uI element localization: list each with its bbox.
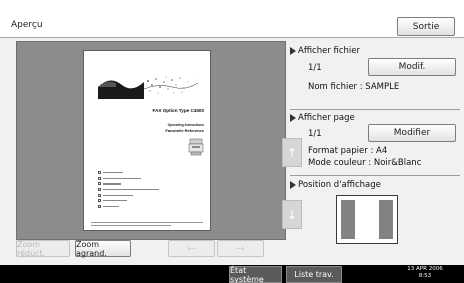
color-mode: Mode couleur : Noir&Blanc xyxy=(308,158,422,168)
position-map xyxy=(341,200,393,239)
table-of-contents xyxy=(98,170,198,209)
title-bar: Aperçu Sortie xyxy=(0,0,464,38)
page-title: Aperçu xyxy=(11,20,43,30)
date-display: 13 APR 2006 xyxy=(407,266,443,272)
document-page-thumbnail: FAX Option Type C4500 Operating Instruct… xyxy=(83,50,211,231)
document-subtitle: Operating Instructions xyxy=(167,123,204,127)
arrow-up-icon: ↑ xyxy=(286,145,298,160)
document-title: FAX Option Type C4500 xyxy=(152,108,204,113)
time-display: 8:53 xyxy=(418,273,432,279)
divider xyxy=(290,175,460,176)
page-counter: 1/1 xyxy=(308,129,322,139)
page-section-heading: Afficher page xyxy=(290,113,355,123)
preview-screen: Aperçu Sortie FAX Option Type C4500 Oper… xyxy=(0,0,464,265)
document-preview-panel[interactable]: FAX Option Type C4500 Operating Instruct… xyxy=(16,41,302,240)
triangle-right-icon xyxy=(290,181,296,189)
footer-text xyxy=(91,225,171,227)
arrow-down-icon: ↓ xyxy=(286,207,298,222)
file-counter: 1/1 xyxy=(308,63,322,73)
system-status-button[interactable]: État système xyxy=(229,266,282,283)
printer-icon xyxy=(188,138,204,156)
previous-page-button[interactable]: ← xyxy=(168,240,215,257)
arrow-left-icon: ← xyxy=(186,242,197,255)
file-section-label: Afficher fichier xyxy=(298,46,361,56)
visible-area-marker xyxy=(355,200,379,239)
position-section-label: Position d'affichage xyxy=(298,180,381,190)
zoom-enlarge-button[interactable]: Zoom agrand. xyxy=(75,240,131,258)
exit-button[interactable]: Sortie xyxy=(397,17,455,36)
position-section-heading: Position d'affichage xyxy=(290,180,381,190)
scroll-down-button[interactable]: ↓ xyxy=(282,200,302,229)
job-list-button[interactable]: Liste trav. xyxy=(286,266,342,283)
triangle-right-icon xyxy=(290,47,296,55)
modify-page-button[interactable]: Modifier xyxy=(368,124,456,142)
scroll-up-button[interactable]: ↑ xyxy=(282,138,302,167)
date-time: 13 APR 2006 8:53 xyxy=(390,266,460,280)
divider xyxy=(290,109,460,110)
cover-banner-graphic xyxy=(98,73,200,99)
next-page-button[interactable]: → xyxy=(217,240,264,257)
footer-text xyxy=(91,222,203,224)
document-subtitle-main: Facsimile Reference xyxy=(165,128,204,133)
modify-file-button[interactable]: Modif. xyxy=(368,58,456,76)
file-section-heading: Afficher fichier xyxy=(290,46,360,56)
page-section-label: Afficher page xyxy=(298,113,355,123)
arrow-right-icon: → xyxy=(235,242,246,255)
paper-format: Format papier : A4 xyxy=(308,146,388,156)
triangle-right-icon xyxy=(290,114,296,122)
display-position-indicator[interactable] xyxy=(336,195,398,244)
zoom-reduce-button[interactable]: Zoom réduct. xyxy=(16,240,70,258)
file-name: Nom fichier : SAMPLE xyxy=(308,82,400,92)
